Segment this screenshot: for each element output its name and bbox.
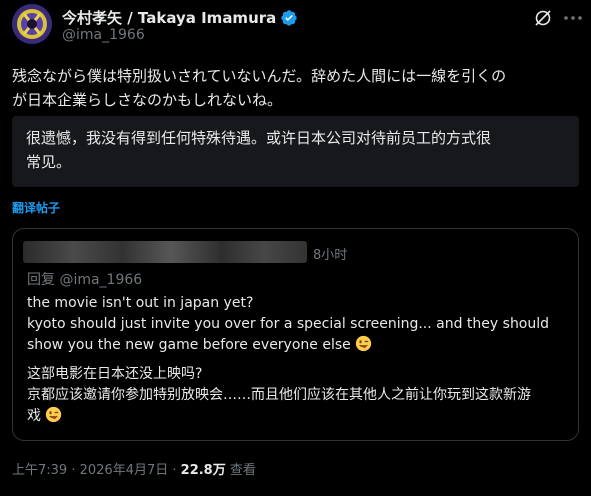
tweet-time[interactable]: 上午7:39: [12, 463, 67, 478]
author-handle[interactable]: @ima_1966: [62, 27, 145, 43]
translate-post-link[interactable]: 翻译帖子: [12, 199, 60, 216]
more-options-icon[interactable]: [562, 8, 584, 28]
separator: ·: [67, 463, 80, 478]
separator: ·: [168, 463, 181, 478]
winking-tongue-face-emoji: [45, 406, 62, 423]
quoted-translation-line: 京都应该邀请你参加特别放映会……而且他们应该在其他人之前让你玩到这款新游: [27, 387, 531, 403]
quoted-text-line: show you the new game before everyone el…: [27, 337, 351, 353]
quoted-text-line-with-emoji: show you the new game before everyone el…: [27, 335, 567, 356]
tweet-date[interactable]: 2026年4月7日: [80, 463, 169, 478]
tweet-text-line: が日本企業らしさなのかもしれないね。: [12, 91, 283, 109]
author-display-name[interactable]: 今村孝矢 / Takaya Imamura: [62, 7, 276, 28]
grok-icon[interactable]: [533, 8, 553, 28]
view-count[interactable]: 22.8万: [181, 463, 226, 478]
winking-tongue-face-emoji: [355, 335, 371, 352]
avatar[interactable]: [12, 4, 52, 44]
quoted-tweet-time[interactable]: 8小时: [313, 244, 347, 263]
tweet-metadata: 上午7:39 · 2026年4月7日 · 22.8万 查看: [12, 459, 256, 478]
quoted-translation-line: 戏: [27, 408, 41, 424]
quoted-translation-line: 这部电影在日本还没上映吗?: [27, 366, 203, 382]
verified-badge-icon: [281, 9, 297, 26]
quoted-text-line: kyoto should just invite you over for a …: [27, 316, 550, 332]
reply-to-label: 回复 @ima_1966: [27, 272, 143, 288]
translation-line: 很遗憾，我没有得到任何特殊待遇。或许日本公司对待前员工的方式很: [26, 129, 492, 147]
quoted-tweet-card[interactable]: 8小时 回复 @ima_1966 the movie isn't out in …: [12, 228, 579, 441]
tweet-text-line: 残念ながら僕は特別扱いされていないんだ。辞めた人間には一線を引くの: [12, 67, 507, 85]
tweet-text: 残念ながら僕は特別扱いされていないんだ。辞めた人間には一線を引くの が日本企業ら…: [12, 64, 582, 112]
author-name[interactable]: 今村孝矢 / Takaya Imamura: [62, 7, 298, 28]
quoted-text-line: the movie isn't out in japan yet?: [27, 295, 254, 311]
quoted-tweet-text: the movie isn't out in japan yet? kyoto …: [27, 293, 567, 427]
quoted-translation-line-with-emoji: 戏: [27, 406, 567, 427]
translation-box: 很遗憾，我没有得到任何特殊待遇。或许日本公司对待前员工的方式很 常见。: [12, 116, 579, 187]
avatar-image: [12, 4, 52, 44]
blurred-author-info: [23, 241, 307, 263]
translation-line: 常见。: [26, 153, 72, 171]
views-label: 查看: [225, 463, 256, 478]
